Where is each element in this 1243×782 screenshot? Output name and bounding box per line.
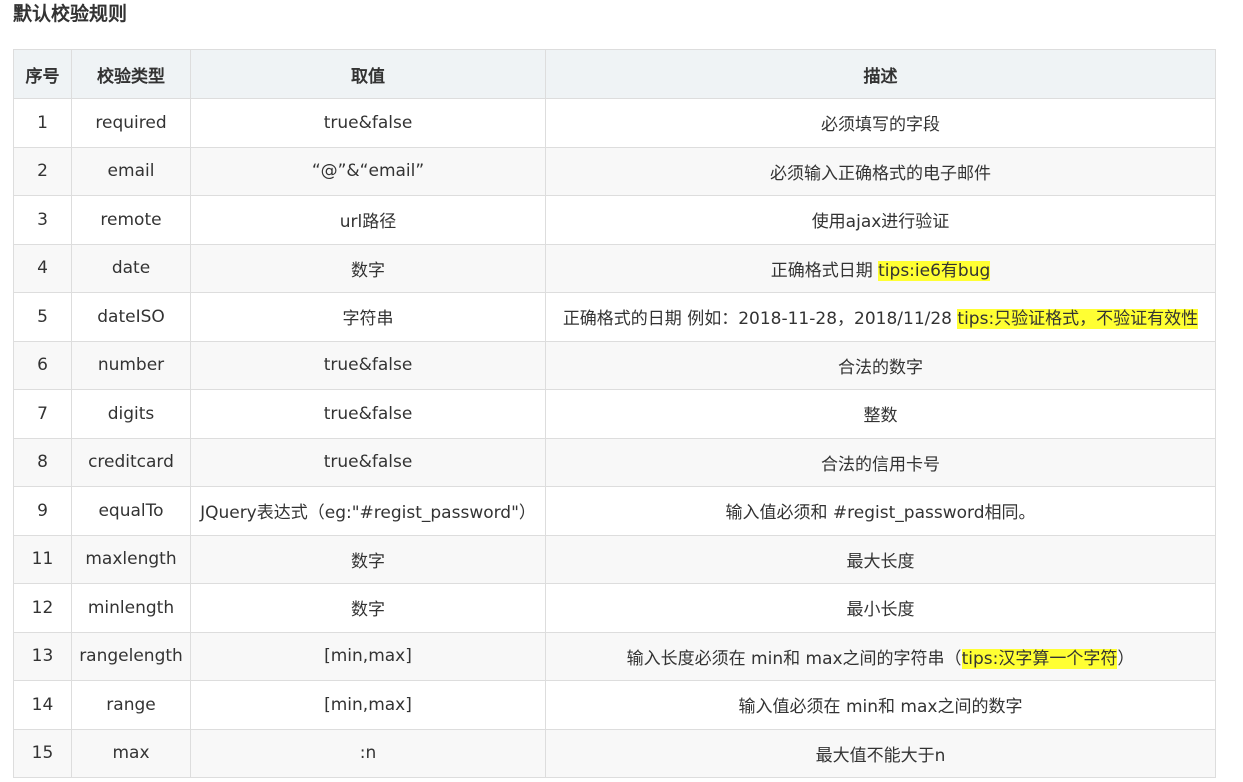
cell-desc: 合法的信用卡号 [545, 437, 1216, 487]
desc-text: 整数 [863, 406, 898, 427]
cell-value: true&false [190, 437, 546, 487]
cell-type: number [71, 340, 191, 390]
desc-text: 合法的信用卡号 [821, 454, 940, 475]
cell-type: max [71, 728, 191, 778]
table-row: 12 minlength 数字 最小长度 [13, 583, 1216, 633]
table-row: 6 number true&false 合法的数字 [13, 340, 1216, 390]
cell-value: 数字 [190, 243, 546, 293]
cell-value: true&false [190, 98, 546, 148]
table-body: 1 required true&false 必须填写的字段 2 email “@”&“ema… [13, 98, 1216, 778]
header-type: 校验类型 [71, 49, 191, 99]
cell-desc: 最大长度 [545, 534, 1216, 584]
tip-highlight: tips:只验证格式，不验证有效性 [957, 309, 1199, 330]
desc-text: 最小长度 [846, 600, 915, 621]
desc-text: 输入长度必须在 min和 max之间的字符串（ [626, 648, 962, 669]
cell-no: 6 [13, 340, 72, 390]
table-row: 8 creditcard true&false 合法的信用卡号 [13, 437, 1216, 487]
cell-value: [min,max] [190, 680, 546, 730]
table-row: 3 remote url路径 使用ajax进行验证 [13, 195, 1216, 245]
table-row: 2 email “@”&“email” 必须输入正确格式的电子邮件 [13, 146, 1216, 196]
cell-value: url路径 [190, 195, 546, 245]
desc-text: 输入值必须和 #regist_password相同。 [725, 503, 1036, 524]
cell-desc: 正确格式的日期 例如：2018-11-28，2018/11/28 tips:只验… [545, 292, 1216, 342]
page: 默认校验规则 序号 校验类型 取值 描述 1 required true&false… [0, 0, 1243, 782]
cell-desc: 使用ajax进行验证 [545, 195, 1216, 245]
rules-table: 序号 校验类型 取值 描述 1 required true&false 必须填写的字段… [13, 49, 1216, 778]
cell-type: dateISO [71, 292, 191, 342]
cell-desc: 输入值必须和 #regist_password相同。 [545, 486, 1216, 536]
table-row: 14 range [min,max] 输入值必须在 min和 max之间的数字 [13, 680, 1216, 730]
page-title: 默认校验规则 [13, 3, 128, 25]
desc-text: 使用ajax进行验证 [811, 212, 950, 233]
table-row: 9 equalTo JQuery表达式（eg:"#regist_password"）… [13, 486, 1216, 536]
cell-no: 8 [13, 437, 72, 487]
cell-value: 字符串 [190, 292, 546, 342]
table-row: 1 required true&false 必须填写的字段 [13, 98, 1216, 148]
cell-type: email [71, 146, 191, 196]
table-row: 4 date 数字 正确格式日期 tips:ie6有bug [13, 243, 1216, 293]
cell-no: 1 [13, 98, 72, 148]
cell-value: true&false [190, 389, 546, 439]
header-value: 取值 [190, 49, 546, 99]
cell-value: JQuery表达式（eg:"#regist_password"） [190, 486, 546, 536]
cell-no: 12 [13, 583, 72, 633]
cell-no: 7 [13, 389, 72, 439]
cell-desc: 必须填写的字段 [545, 98, 1216, 148]
desc-text: 最大值不能大于n [815, 745, 946, 766]
desc-text: 输入值必须在 min和 max之间的数字 [738, 697, 1023, 718]
cell-desc: 整数 [545, 389, 1216, 439]
desc-text: 必须填写的字段 [821, 115, 940, 136]
cell-no: 13 [13, 631, 72, 681]
cell-type: digits [71, 389, 191, 439]
cell-value: “@”&“email” [190, 146, 546, 196]
cell-type: creditcard [71, 437, 191, 487]
cell-type: required [71, 98, 191, 148]
cell-value: 数字 [190, 583, 546, 633]
cell-desc: 输入长度必须在 min和 max之间的字符串（tips:汉字算一个字符） [545, 631, 1216, 681]
cell-value: :n [190, 728, 546, 778]
cell-desc: 正确格式日期 tips:ie6有bug [545, 243, 1216, 293]
cell-no: 15 [13, 728, 72, 778]
table-row: 15 max:n 最大值不能大于n [13, 728, 1216, 778]
desc-text: 正确格式日期 [770, 260, 879, 281]
tip-highlight: tips:ie6有bug [878, 260, 991, 281]
cell-type: maxlength [71, 534, 191, 584]
cell-value: true&false [190, 340, 546, 390]
cell-no: 14 [13, 680, 72, 730]
cell-desc: 最大值不能大于n [545, 728, 1216, 778]
table-header-row: 序号 校验类型 取值 描述 [13, 49, 1216, 99]
tip-highlight: tips:汉字算一个字符 [961, 648, 1118, 669]
cell-type: rangelength [71, 631, 191, 681]
table-row: 5 dateISO 字符串 正确格式的日期 例如：2018-11-28，2018/11… [13, 292, 1216, 342]
cell-type: range [71, 680, 191, 730]
cell-type: date [71, 243, 191, 293]
cell-desc: 必须输入正确格式的电子邮件 [545, 146, 1216, 196]
table-row: 11 maxlength 数字 最大长度 [13, 534, 1216, 584]
cell-no: 5 [13, 292, 72, 342]
desc-suffix: ） [1117, 648, 1135, 669]
cell-no: 9 [13, 486, 72, 536]
table-row: 7 digits true&false 整数 [13, 389, 1216, 439]
cell-no: 3 [13, 195, 72, 245]
header-no: 序号 [13, 49, 72, 99]
cell-desc: 最小长度 [545, 583, 1216, 633]
cell-type: remote [71, 195, 191, 245]
desc-text: 正确格式的日期 例如：2018-11-28，2018/11/28 [562, 309, 958, 330]
desc-text: 合法的数字 [838, 357, 923, 378]
cell-desc: 输入值必须在 min和 max之间的数字 [545, 680, 1216, 730]
cell-no: 4 [13, 243, 72, 293]
header-desc: 描述 [545, 49, 1216, 99]
cell-desc: 合法的数字 [545, 340, 1216, 390]
cell-no: 11 [13, 534, 72, 584]
cell-value: 数字 [190, 534, 546, 584]
desc-text: 必须输入正确格式的电子邮件 [770, 163, 991, 184]
cell-no: 2 [13, 146, 72, 196]
table-row: 13 rangelength [min,max] 输入长度必须在 min和 max之间… [13, 631, 1216, 681]
desc-text: 最大长度 [846, 551, 915, 572]
cell-type: minlength [71, 583, 191, 633]
cell-type: equalTo [71, 486, 191, 536]
cell-value: [min,max] [190, 631, 546, 681]
